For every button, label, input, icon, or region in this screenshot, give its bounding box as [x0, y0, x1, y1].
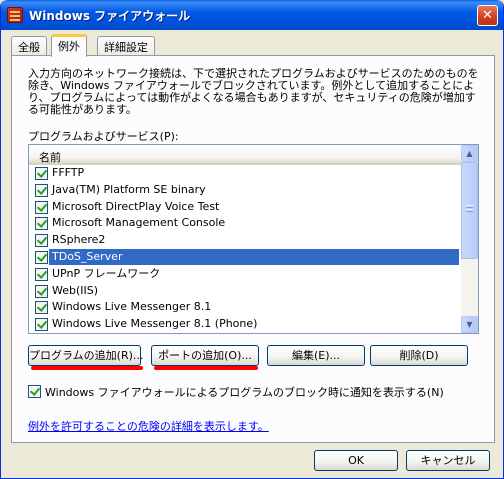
title-bar[interactable]: Windows ファイアウォール ✕: [1, 0, 503, 30]
notify-checkbox[interactable]: [28, 385, 41, 398]
window-title: Windows ファイアウォール: [29, 9, 191, 23]
list-item[interactable]: Web(IIS): [29, 283, 461, 300]
item-label: Windows Live Messenger 8.1 (Phone): [52, 317, 258, 331]
item-checkbox[interactable]: [35, 234, 48, 248]
close-button[interactable]: ✕: [477, 5, 498, 26]
windows-firewall-dialog: Windows ファイアウォール ✕ 全般 例外 詳細設定 入力方向のネットワー…: [0, 0, 504, 479]
vertical-scrollbar[interactable]: ▲ ▼: [461, 145, 478, 333]
list-item[interactable]: FFFTP: [29, 165, 461, 182]
item-label: TDoS_Server: [49, 248, 459, 265]
exceptions-panel: 入力方向のネットワーク接続は、下で選択されたプログラムおよびサービスのためのもの…: [11, 55, 495, 443]
item-checkbox[interactable]: [35, 318, 48, 332]
programs-list[interactable]: 名前 FFFTP Java(TM) Platform SE binary Mic…: [28, 144, 479, 334]
list-item[interactable]: Microsoft Management Console: [29, 215, 461, 232]
list-item[interactable]: Windows Live Messenger 8.1 (Phone): [29, 316, 461, 333]
list-item[interactable]: RSphere2: [29, 232, 461, 249]
item-checkbox[interactable]: [35, 183, 48, 197]
list-item[interactable]: Windows Live Messenger 8.1: [29, 299, 461, 316]
item-checkbox[interactable]: [35, 267, 48, 281]
cancel-button[interactable]: キャンセル: [406, 450, 490, 471]
add-port-button[interactable]: ポートの追加(O)...: [151, 345, 259, 366]
item-label: Windows Live Messenger 8.1: [52, 300, 212, 314]
list-item[interactable]: Java(TM) Platform SE binary: [29, 182, 461, 199]
item-checkbox[interactable]: [35, 284, 48, 298]
risk-details-link[interactable]: 例外を許可することの危険の詳細を表示します。: [28, 418, 269, 434]
item-label: Web(IIS): [52, 283, 99, 297]
list-item[interactable]: UPnP フレームワーク: [29, 266, 461, 283]
list-item[interactable]: Microsoft DirectPlay Voice Test: [29, 199, 461, 216]
item-label: RSphere2: [52, 233, 106, 247]
item-label: FFFTP: [52, 166, 85, 179]
delete-button[interactable]: 削除(D): [370, 345, 468, 366]
item-label: Java(TM) Platform SE binary: [52, 182, 206, 196]
item-checkbox[interactable]: [35, 250, 48, 264]
tab-exceptions[interactable]: 例外: [51, 34, 87, 57]
item-label: UPnP フレームワーク: [52, 266, 161, 280]
tab-advanced[interactable]: 詳細設定: [97, 36, 155, 56]
ok-button[interactable]: OK: [314, 450, 398, 471]
column-header-name[interactable]: 名前: [29, 145, 461, 165]
programs-list-label: プログラムおよびサービス(P):: [28, 130, 179, 143]
list-item-selected[interactable]: TDoS_Server: [29, 248, 461, 266]
tab-general[interactable]: 全般: [11, 36, 47, 56]
scroll-up-icon[interactable]: ▲: [461, 145, 478, 162]
programs-rows: FFFTP Java(TM) Platform SE binary Micros…: [29, 165, 461, 333]
item-checkbox[interactable]: [35, 217, 48, 231]
item-checkbox[interactable]: [35, 167, 48, 180]
item-checkbox[interactable]: [35, 301, 48, 315]
exceptions-description: 入力方向のネットワーク接続は、下で選択されたプログラムおよびサービスのためのもの…: [28, 67, 479, 116]
edit-button[interactable]: 編集(E)...: [267, 345, 365, 366]
item-label: Microsoft Management Console: [52, 216, 226, 230]
add-program-button[interactable]: プログラムの追加(R)...: [28, 345, 143, 366]
scrollbar-thumb[interactable]: [461, 162, 478, 259]
firewall-icon: [7, 7, 23, 23]
item-checkbox[interactable]: [35, 200, 48, 214]
annotation-underline: [154, 366, 258, 370]
item-label: Microsoft DirectPlay Voice Test: [52, 199, 220, 213]
notify-label: Windows ファイアウォールによるプログラムのブロック時に通知を表示する(N…: [45, 386, 444, 399]
scroll-down-icon[interactable]: ▼: [461, 316, 478, 333]
annotation-underline: [31, 366, 143, 370]
